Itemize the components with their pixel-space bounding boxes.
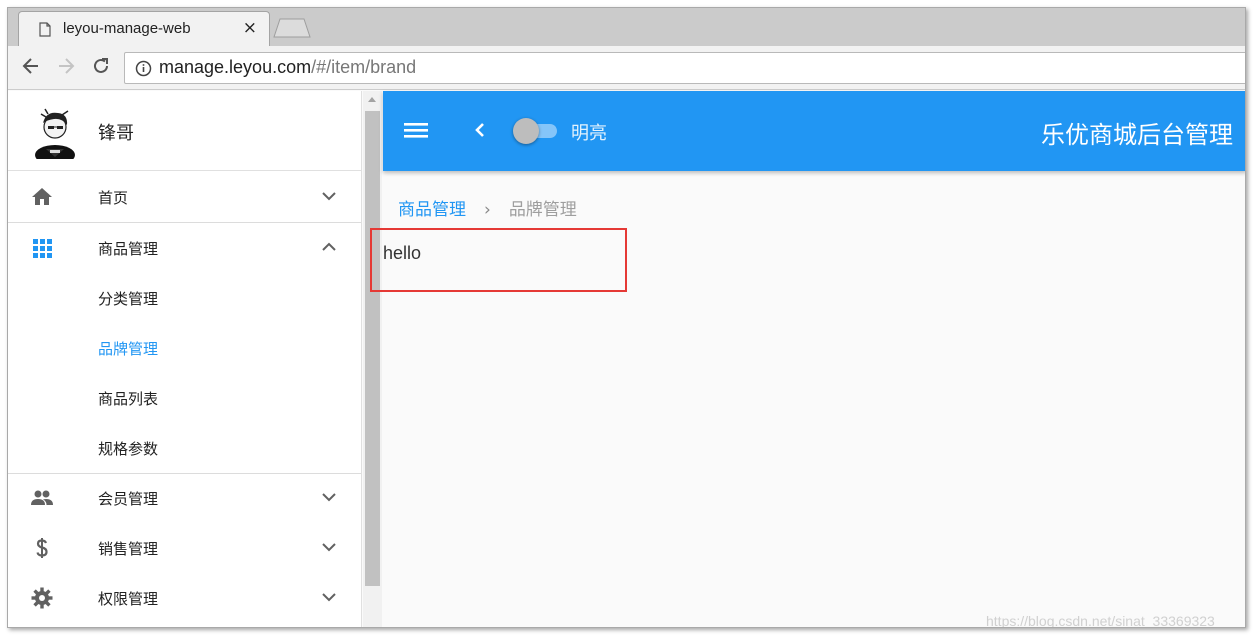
- home-icon: [32, 188, 52, 205]
- browser-tab-title: leyou-manage-web: [63, 20, 191, 37]
- forward-arrow-icon[interactable]: [55, 55, 77, 77]
- back-arrow-icon[interactable]: [20, 55, 42, 77]
- menu-icon[interactable]: [403, 119, 429, 141]
- sidebar: 锋哥 首页 商品管理 分类管理 品牌管理 商品列表 规格参数 会员管理 销售管理…: [8, 91, 362, 627]
- address-bar[interactable]: manage.leyou.com/#/item/brand: [124, 52, 1245, 84]
- sidebar-item-label: 商品管理: [98, 240, 159, 258]
- browser-toolbar: manage.leyou.com/#/item/brand: [8, 46, 1245, 90]
- sidebar-subitem-label: 分类管理: [98, 290, 159, 308]
- sidebar-item-label: 首页: [98, 189, 129, 207]
- url-host: manage.leyou.com: [159, 57, 312, 77]
- document-icon: [39, 22, 51, 37]
- chevron-down-icon: [322, 192, 336, 201]
- sidebar-scrollbar[interactable]: [363, 91, 382, 627]
- breadcrumb-current: 品牌管理: [508, 200, 577, 220]
- sidebar-subitem-label: 品牌管理: [98, 340, 159, 358]
- browser-tab[interactable]: leyou-manage-web ×: [18, 11, 270, 46]
- scroll-up-arrow-icon[interactable]: [368, 97, 376, 102]
- apps-grid-icon: [33, 239, 52, 258]
- chevron-up-icon: [322, 242, 336, 251]
- breadcrumb-parent-link[interactable]: 商品管理: [398, 200, 466, 220]
- watermark: https://blog.csdn.net/sinat_33369323: [986, 613, 1215, 628]
- url-text: manage.leyou.com/#/item/brand: [159, 57, 416, 78]
- new-tab-button[interactable]: [272, 18, 312, 38]
- annotation-highlight-box: [370, 228, 627, 292]
- chevron-down-icon: [322, 593, 336, 602]
- chevron-down-icon: [322, 493, 336, 502]
- sidebar-item-label: 销售管理: [98, 540, 159, 558]
- main-content: 明亮 乐优商城后台管理 商品管理 › 品牌管理 hello: [370, 91, 1245, 627]
- browser-tab-strip: leyou-manage-web ×: [8, 8, 1245, 46]
- sidebar-item-members[interactable]: 会员管理: [8, 473, 361, 523]
- scrollbar-thumb[interactable]: [365, 111, 380, 586]
- breadcrumb: 商品管理 › 品牌管理: [398, 195, 577, 220]
- sidebar-subitem-label: 商品列表: [98, 390, 159, 408]
- user-name: 锋哥: [98, 123, 134, 144]
- chevron-down-icon: [322, 543, 336, 552]
- theme-toggle-label: 明亮: [571, 123, 607, 144]
- screenshot-frame: leyou-manage-web × manage.leyou.com/#/it…: [7, 7, 1246, 628]
- sidebar-item-label: 会员管理: [98, 490, 159, 508]
- sidebar-subitem-category[interactable]: 分类管理: [8, 273, 361, 323]
- gear-icon: [31, 587, 53, 609]
- sidebar-item-home[interactable]: 首页: [8, 172, 361, 222]
- chevron-left-icon[interactable]: [471, 119, 489, 141]
- reload-icon[interactable]: [90, 55, 112, 77]
- people-icon: [31, 490, 53, 505]
- avatar: [35, 108, 75, 159]
- sidebar-item-permissions[interactable]: 权限管理: [8, 573, 361, 623]
- sidebar-subitem-spec-params[interactable]: 规格参数: [8, 423, 361, 473]
- theme-toggle[interactable]: [513, 118, 559, 144]
- app-container: 锋哥 首页 商品管理 分类管理 品牌管理 商品列表 规格参数 会员管理 销售管理…: [8, 91, 1245, 627]
- dollar-icon: [36, 538, 48, 558]
- info-icon[interactable]: [135, 60, 152, 77]
- user-profile: 锋哥: [8, 91, 361, 171]
- close-tab-icon[interactable]: ×: [243, 18, 257, 38]
- sidebar-item-sales[interactable]: 销售管理: [8, 523, 361, 573]
- sidebar-subitem-label: 规格参数: [98, 440, 159, 458]
- app-toolbar: 明亮 乐优商城后台管理: [383, 91, 1245, 171]
- url-path: /#/item/brand: [311, 57, 417, 77]
- sidebar-subitem-brand[interactable]: 品牌管理: [8, 323, 361, 373]
- breadcrumb-separator-icon: ›: [484, 200, 491, 220]
- sidebar-item-label: 权限管理: [98, 590, 159, 608]
- app-title: 乐优商城后台管理: [1041, 121, 1233, 149]
- sidebar-subitem-product-list[interactable]: 商品列表: [8, 373, 361, 423]
- sidebar-item-products[interactable]: 商品管理: [8, 223, 361, 273]
- toggle-thumb: [513, 118, 539, 144]
